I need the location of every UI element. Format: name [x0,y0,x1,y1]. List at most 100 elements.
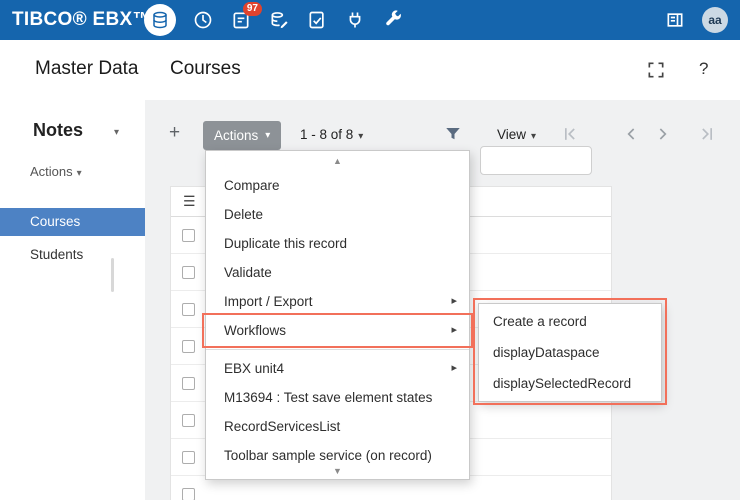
menu-item-validate[interactable]: Validate [206,258,469,287]
row-checkbox[interactable] [182,340,195,353]
submenu-item-displayselectedrecord[interactable]: displaySelectedRecord [479,368,661,399]
task-count-badge: 97 [243,2,262,16]
first-page-icon [560,124,580,144]
fullscreen-button[interactable] [646,60,666,80]
actions-button-label: Actions [214,128,258,143]
search-input[interactable] [480,146,592,175]
menu-item-label: Import / Export [224,294,313,309]
menu-separator [206,349,469,350]
add-record-button[interactable]: + [169,122,180,144]
validation-button[interactable] [306,9,328,31]
dataset-title: Master Data [35,58,160,80]
menu-item-m13694[interactable]: M13694 : Test save element states [206,383,469,412]
sidebar-item-label: Courses [30,214,80,229]
caret-down-icon: ▾ [531,131,536,142]
administration-button[interactable] [382,9,404,31]
last-page-button[interactable] [697,124,717,144]
submenu-item-displaydataspace[interactable]: displayDataspace [479,337,661,368]
row-checkbox[interactable] [182,414,195,427]
scrollbar-thumb[interactable] [111,258,114,292]
row-checkbox[interactable] [182,377,195,390]
clock-icon [193,10,213,30]
sidebar-actions-button[interactable]: Actions▾ [30,164,82,179]
sidebar: Notes ▾ Actions▾ Courses Students [0,100,145,500]
table-actions-button[interactable]: Actions ▾ [203,121,281,150]
panel-list-icon [665,10,685,30]
page-header: Master Data Courses ? [0,40,740,100]
integration-button[interactable] [344,9,366,31]
row-checkbox[interactable] [182,229,195,242]
filter-button[interactable] [444,125,464,145]
menu-item-duplicate[interactable]: Duplicate this record [206,229,469,258]
help-button[interactable]: ? [699,59,708,79]
menu-item-workflows[interactable]: Workflows ▸ [206,316,469,345]
menu-item-ebx-unit4[interactable]: EBX unit4 ▸ [206,354,469,383]
table-menu-icon[interactable]: ☰ [183,193,196,210]
menu-item-delete[interactable]: Delete [206,200,469,229]
data-edit-button[interactable] [268,9,290,31]
previous-page-button[interactable] [622,124,642,144]
workflows-submenu: Create a record displayDataspace display… [478,303,662,402]
menu-item-label: RecordServicesList [224,419,340,434]
tasks-button[interactable]: 97 [230,9,252,31]
row-checkbox[interactable] [182,451,195,464]
sidebar-item-label: Students [30,247,83,262]
perspective-button[interactable] [664,9,686,31]
sidebar-item-students[interactable]: Students [0,241,145,269]
submenu-item-create-record[interactable]: Create a record [479,306,661,337]
record-range-selector[interactable]: 1 - 8 of 8 ▾ [300,127,363,142]
menu-item-label: Workflows [224,323,286,338]
tibco-ebx-logo: TIBCO® EBX™ [0,9,140,31]
submenu-item-label: displayDataspace [493,345,600,360]
section-caret-down-icon[interactable]: ▾ [114,127,119,138]
submenu-item-label: Create a record [493,314,587,329]
menu-item-label: M13694 : Test save element states [224,390,432,405]
menu-item-label: Delete [224,207,263,222]
data-models-active-button[interactable] [144,4,176,36]
caret-down-icon: ▾ [77,168,82,179]
sidebar-item-courses[interactable]: Courses [0,208,145,236]
submenu-arrow-icon: ▸ [451,354,457,383]
view-label: View [497,127,526,142]
funnel-icon [444,125,464,143]
sidebar-section-title: Notes [33,120,83,141]
menu-item-import-export[interactable]: Import / Export ▸ [206,287,469,316]
user-avatar[interactable]: aa [702,7,728,33]
history-button[interactable] [192,9,214,31]
caret-down-icon: ▾ [358,131,363,142]
fullscreen-icon [646,60,666,80]
app-window: TIBCO® EBX™ [0,0,740,500]
chevron-left-icon [622,124,642,144]
submenu-arrow-icon: ▸ [451,287,457,316]
row-checkbox[interactable] [182,488,195,500]
menu-scroll-up-icon[interactable]: ▲ [206,151,469,171]
database-icon [151,11,169,29]
submenu-item-label: displaySelectedRecord [493,376,631,391]
view-selector[interactable]: View ▾ [497,127,536,142]
first-page-button[interactable] [560,124,580,144]
wrench-icon [383,10,403,30]
menu-item-label: Validate [224,265,272,280]
menu-item-label: Compare [224,178,280,193]
topbar-icon-group: 97 [144,4,404,36]
menu-item-label: Duplicate this record [224,236,347,251]
menu-scroll-down-icon[interactable]: ▼ [206,463,469,479]
record-range-label: 1 - 8 of 8 [300,127,353,142]
page-title: Courses [170,58,241,80]
last-page-icon [697,124,717,144]
plug-icon [345,10,365,30]
row-checkbox[interactable] [182,266,195,279]
row-checkbox[interactable] [182,303,195,316]
menu-item-label: EBX unit4 [224,361,284,376]
main-content: + Actions ▾ 1 - 8 of 8 ▾ View ▾ [145,100,740,500]
topbar: TIBCO® EBX™ [0,0,740,40]
next-page-button[interactable] [652,124,672,144]
menu-item-recordserviceslist[interactable]: RecordServicesList [206,412,469,441]
submenu-arrow-icon: ▸ [451,316,457,345]
chevron-right-icon [652,124,672,144]
menu-item-compare[interactable]: Compare [206,171,469,200]
caret-down-icon: ▾ [265,130,270,141]
topbar-right-group: aa [664,7,740,33]
document-check-icon [307,10,327,30]
menu-item-label: Toolbar sample service (on record) [224,448,432,463]
